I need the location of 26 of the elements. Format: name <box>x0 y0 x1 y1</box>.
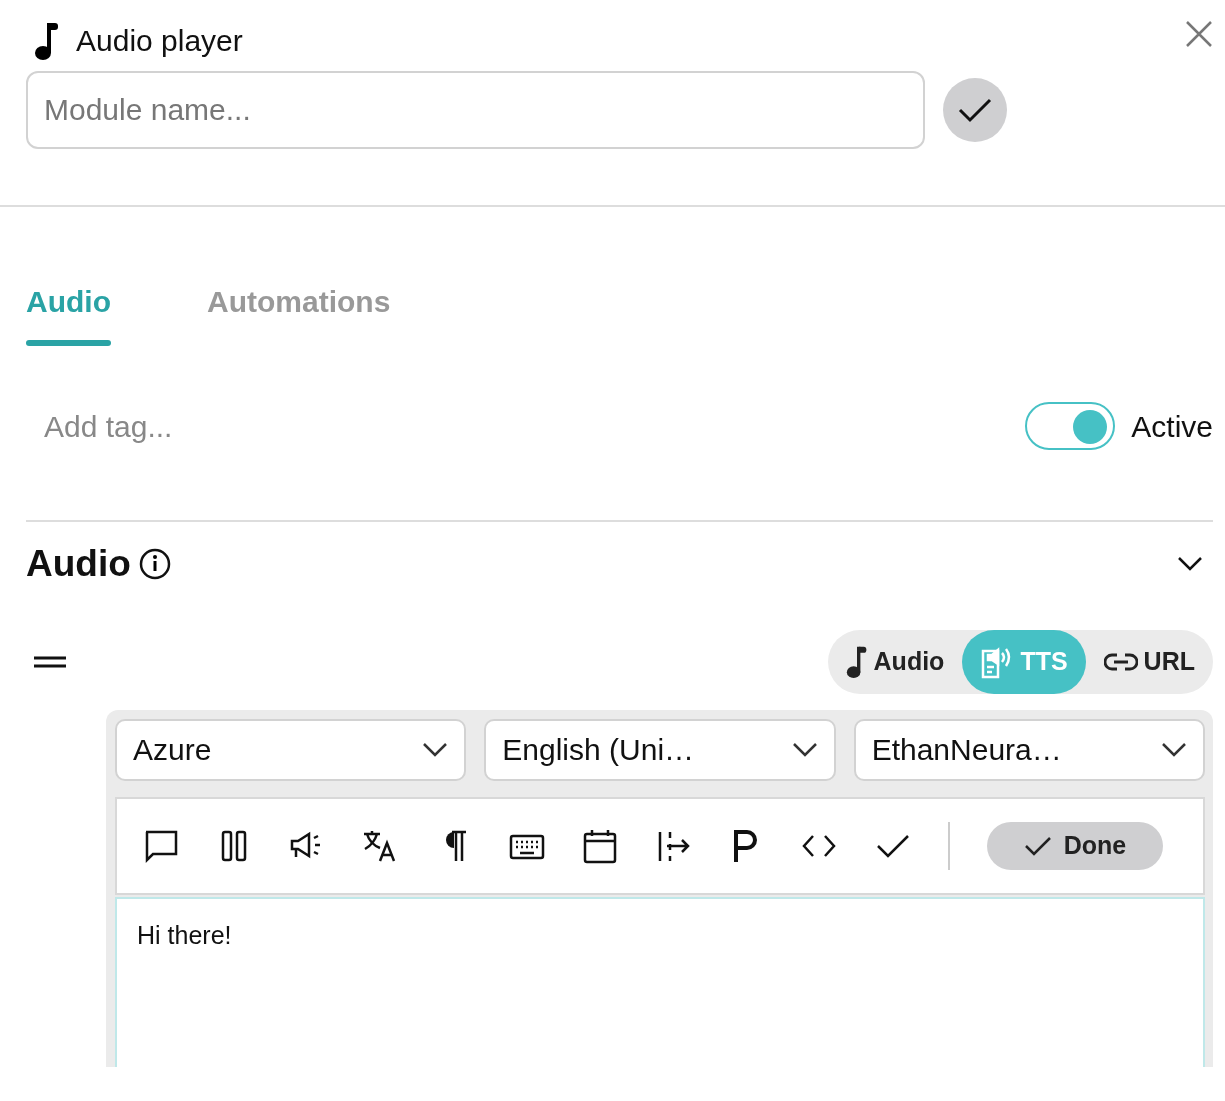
chevron-down-icon <box>422 741 449 758</box>
chevron-down-icon[interactable] <box>1177 555 1203 572</box>
dropdown[interactable]: EthanNeura… <box>853 718 1205 781</box>
drag-handle-icon[interactable] <box>34 655 66 668</box>
chevron-down-icon <box>791 741 818 758</box>
close-icon[interactable] <box>1185 19 1213 48</box>
dropdown[interactable]: English (Uni… <box>484 718 836 781</box>
source-tab[interactable]: URL <box>1085 629 1213 694</box>
info-icon[interactable] <box>138 547 171 580</box>
editor-text: Hi there! <box>137 920 232 949</box>
calendar-button[interactable] <box>581 827 618 864</box>
section-title: Audio <box>26 542 131 586</box>
chevron-down-icon <box>1161 741 1187 758</box>
source-tab[interactable]: Audio <box>827 629 963 694</box>
done-button[interactable]: Done <box>986 821 1163 870</box>
module-name-field[interactable]: Module name... <box>26 71 925 149</box>
text-editor[interactable]: Hi there! <box>115 896 1205 1067</box>
active-toggle[interactable] <box>1025 402 1116 450</box>
music-note-icon <box>845 644 868 679</box>
dropdown[interactable]: Azure <box>115 718 467 781</box>
panel-title: Audio player <box>76 23 243 59</box>
active-label: Active <box>1131 408 1213 445</box>
music-note-icon <box>34 20 60 61</box>
checkmark-icon <box>1023 834 1052 857</box>
checkmark-icon <box>958 97 992 123</box>
link-icon <box>1103 651 1138 672</box>
